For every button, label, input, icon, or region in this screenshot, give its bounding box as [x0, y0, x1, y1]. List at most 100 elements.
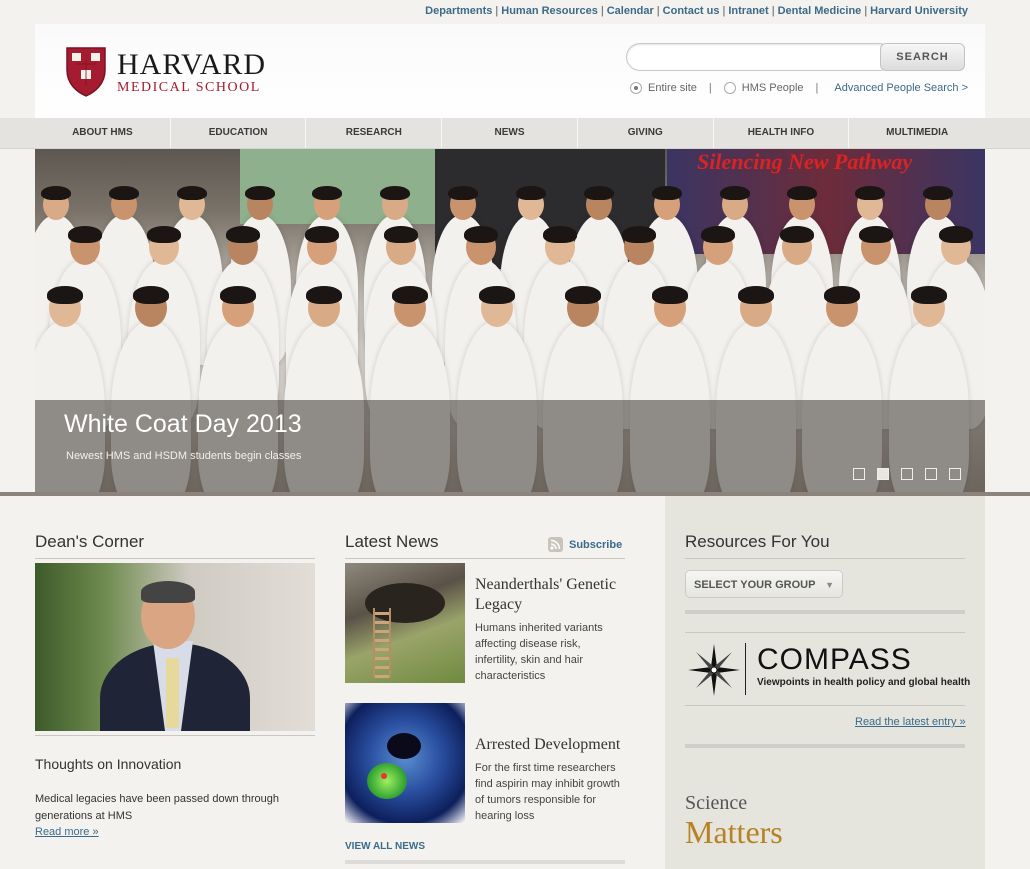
student-hair: [516, 186, 546, 201]
student-hair: [478, 286, 515, 304]
divider: [685, 705, 965, 706]
student-hair: [787, 186, 818, 201]
search-scope: Entire site | HMS People | Advanced Peop…: [630, 82, 968, 94]
util-link-dental[interactable]: Dental Medicine: [778, 5, 862, 17]
student-hair: [780, 226, 815, 243]
hero-subtitle: Newest HMS and HSDM students begin class…: [66, 450, 302, 462]
student-hair: [392, 286, 429, 304]
student-hair: [380, 186, 411, 201]
logo-medical-school[interactable]: MEDICAL SCHOOL: [117, 80, 261, 96]
student-hair: [542, 226, 577, 243]
divider: [345, 860, 625, 864]
site-header: HARVARD MEDICAL SCHOOL SEARCH Entire sit…: [35, 24, 985, 118]
student-hair: [859, 226, 894, 243]
compass-logo-text[interactable]: COMPASS: [757, 643, 912, 677]
student-hair: [621, 226, 656, 243]
advanced-search-link[interactable]: Advanced People Search >: [834, 82, 968, 94]
search-button[interactable]: SEARCH: [880, 43, 965, 71]
divider: [35, 735, 315, 736]
slide-indicator-3[interactable]: [901, 468, 913, 480]
student-hair: [737, 286, 774, 304]
student-hair: [176, 186, 207, 201]
divider: [35, 558, 315, 559]
nav-news[interactable]: NEWS: [442, 118, 578, 148]
divider: [685, 744, 965, 748]
compass-tagline: Viewpoints in health policy and global h…: [757, 677, 971, 688]
news-text-1: Humans inherited variants affecting dise…: [475, 622, 603, 682]
student-hair: [226, 226, 261, 243]
compass-latest-entry-link[interactable]: Read the latest entry »: [855, 716, 966, 728]
slide-indicator-1[interactable]: [853, 468, 865, 480]
science-matters-line1[interactable]: Science: [685, 792, 747, 815]
student-hair: [41, 186, 71, 201]
student-hair: [583, 186, 614, 201]
student-hair: [701, 226, 736, 243]
student-hair: [47, 286, 83, 304]
divider: [345, 558, 625, 559]
student-hair: [244, 186, 275, 201]
compass-star-icon[interactable]: [686, 642, 742, 698]
divider: [685, 632, 965, 633]
scope-entire-radio[interactable]: [630, 82, 642, 94]
subscribe-link[interactable]: Subscribe: [569, 539, 622, 551]
divider: [685, 558, 965, 559]
util-link-human-resources[interactable]: Human Resources: [501, 5, 598, 17]
news-headline-1[interactable]: Neanderthals' Genetic Legacy: [475, 575, 625, 615]
slide-indicator-2[interactable]: [877, 468, 889, 480]
news-thumbnail-cave[interactable]: [345, 563, 465, 683]
nav-health-info[interactable]: HEALTH INFO: [714, 118, 850, 148]
main-nav: ABOUT HMS EDUCATION RESEARCH NEWS GIVING…: [0, 118, 1030, 149]
dean-photo[interactable]: [35, 563, 315, 731]
nav-about[interactable]: ABOUT HMS: [35, 118, 171, 148]
student-hair: [384, 226, 419, 243]
student-hair: [448, 186, 479, 201]
news-headline-2[interactable]: Arrested Development: [475, 735, 625, 755]
nav-multimedia[interactable]: MULTIMEDIA: [849, 118, 985, 148]
util-link-departments[interactable]: Departments: [425, 5, 492, 17]
student-hair: [305, 226, 340, 243]
slide-indicators: [853, 468, 961, 480]
util-link-calendar[interactable]: Calendar: [607, 5, 654, 17]
utility-links: Departments | Human Resources | Calendar | Con…: [425, 5, 968, 17]
hero-slideshow[interactable]: Silencing New Pathway White Coat Day 201…: [35, 149, 985, 492]
nav-education[interactable]: EDUCATION: [171, 118, 307, 148]
news-thumbnail-brain-scan[interactable]: [345, 703, 465, 823]
deans-corner-subtitle[interactable]: Thoughts on Innovation: [35, 756, 181, 772]
student-hair: [133, 286, 170, 304]
slide-indicator-4[interactable]: [925, 468, 937, 480]
divider: [745, 643, 746, 695]
student-hair: [651, 286, 688, 304]
student-hair: [463, 226, 498, 243]
util-link-contact[interactable]: Contact us: [663, 5, 720, 17]
divider: [685, 610, 965, 614]
student-hair: [923, 186, 954, 201]
deans-read-more-link[interactable]: Read more »: [35, 826, 99, 838]
student-hair: [312, 186, 343, 201]
scope-people-radio[interactable]: [723, 82, 736, 94]
student-hair: [565, 286, 602, 304]
nav-research[interactable]: RESEARCH: [306, 118, 443, 148]
slide-indicator-5[interactable]: [949, 468, 961, 480]
select-group-dropdown[interactable]: SELECT YOUR GROUP ▼: [685, 570, 843, 598]
harvard-shield-icon[interactable]: [65, 46, 107, 98]
rss-icon[interactable]: [548, 537, 563, 552]
select-group-label: SELECT YOUR GROUP: [694, 579, 816, 591]
student-hair: [910, 286, 947, 304]
chevron-down-icon: ▼: [825, 580, 834, 590]
student-hair: [855, 186, 886, 201]
student-hair: [824, 286, 861, 304]
student-hair: [108, 186, 139, 201]
util-link-intranet[interactable]: Intranet: [728, 5, 768, 17]
search-input[interactable]: [626, 43, 893, 71]
hero-title[interactable]: White Coat Day 2013: [64, 410, 302, 439]
student-hair: [146, 226, 181, 243]
latest-news-title: Latest News: [345, 532, 439, 551]
deans-corner-text: Medical legacies have been passed down t…: [35, 793, 279, 822]
nav-giving[interactable]: GIVING: [578, 118, 714, 148]
view-all-news-link[interactable]: VIEW ALL NEWS: [345, 841, 425, 852]
util-link-harvard[interactable]: Harvard University: [870, 5, 968, 17]
hero-caption: White Coat Day 2013 Newest HMS and HSDM …: [35, 400, 985, 492]
logo-harvard[interactable]: HARVARD: [117, 48, 266, 82]
science-matters-line2[interactable]: Matters: [685, 814, 783, 851]
student-hair: [938, 226, 973, 243]
